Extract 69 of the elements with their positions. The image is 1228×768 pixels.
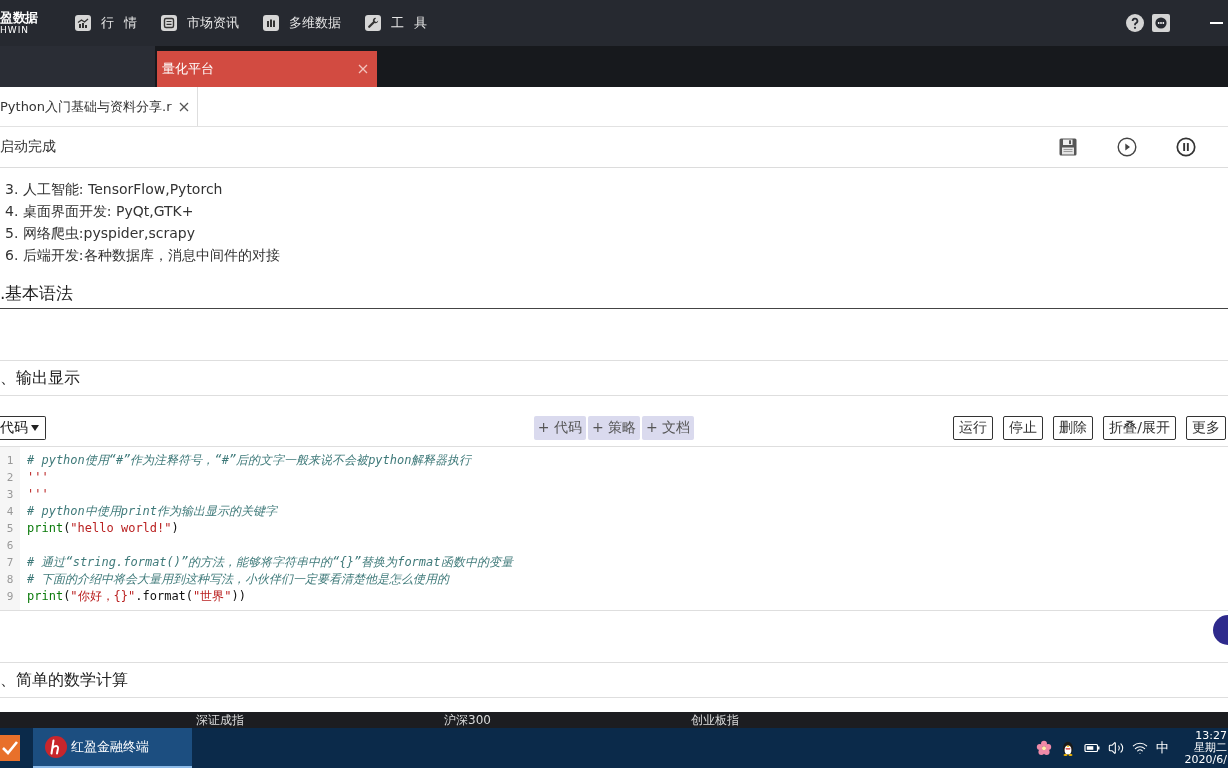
app-logo-icon bbox=[45, 736, 67, 758]
document-tab[interactable]: Python入门基础与资料分享.r bbox=[0, 87, 198, 126]
list-item: 4. 桌面界面开发: PyQt,GTK+ bbox=[5, 202, 194, 221]
cell-type-select[interactable]: 代码 bbox=[0, 416, 46, 440]
cell-action-button[interactable]: 停止 bbox=[1003, 416, 1044, 440]
clock-weekday: 星期二 bbox=[1194, 742, 1227, 754]
clock-date: 2020/6/ bbox=[1184, 754, 1227, 766]
play-icon bbox=[1117, 137, 1137, 157]
line-number: 4 bbox=[5, 504, 15, 520]
add-cell-button[interactable]: + 策略 bbox=[587, 416, 641, 440]
menu-item[interactable]: 市场资讯 bbox=[161, 14, 240, 32]
document-icon bbox=[161, 15, 178, 31]
list-item: 5. 网络爬虫:pyspider,scrapy bbox=[5, 224, 195, 243]
logo-text: 盈数据 bbox=[0, 11, 38, 24]
line-number: 8 bbox=[5, 572, 15, 588]
line-number: 2 bbox=[5, 470, 15, 486]
line-number: 9 bbox=[5, 589, 15, 605]
add-cell-button[interactable]: + 文档 bbox=[642, 416, 695, 440]
index-name: 沪深300 bbox=[444, 712, 491, 728]
index-name: 创业板指 bbox=[690, 712, 739, 728]
logo-subtitle: HWIN bbox=[0, 26, 30, 35]
line-number: 3 bbox=[5, 487, 15, 503]
caret-icon bbox=[31, 425, 39, 431]
pause-icon bbox=[1176, 137, 1196, 157]
menu-item[interactable]: 多维数据 bbox=[263, 14, 342, 32]
status-text: 启动完成 bbox=[0, 138, 56, 156]
code-line: print("你好，{}".format("世界")) bbox=[27, 588, 246, 605]
code-line: # python使用“#”作为注释符号，“#”后的文字一般来说不会被python解释器执行 bbox=[27, 452, 472, 469]
menu-item[interactable]: 工 具 bbox=[365, 14, 428, 32]
pause-button[interactable] bbox=[1176, 137, 1196, 157]
line-number: 5 bbox=[5, 521, 15, 537]
chart-icon bbox=[75, 15, 91, 31]
code-line: # python中使用print作为输出显示的关键字 bbox=[27, 503, 277, 520]
section-heading: .基本语法 bbox=[0, 282, 74, 305]
add-cell-button[interactable]: + 代码 bbox=[533, 416, 586, 440]
wifi-icon[interactable] bbox=[1131, 740, 1148, 756]
code-line: ''' bbox=[27, 469, 49, 486]
help-icon[interactable] bbox=[1126, 14, 1144, 32]
volume-icon[interactable] bbox=[1107, 740, 1124, 756]
more-icon[interactable] bbox=[1152, 14, 1170, 32]
cell-action-button[interactable]: 运行 bbox=[953, 416, 994, 440]
line-number: 1 bbox=[5, 453, 15, 469]
save-button[interactable] bbox=[1058, 137, 1078, 157]
input-method-indicator[interactable]: 中 bbox=[1155, 739, 1169, 757]
line-number: 7 bbox=[5, 555, 15, 571]
window-tab[interactable]: 量化平台 bbox=[157, 51, 377, 87]
index-name: 深证成指 bbox=[196, 712, 244, 728]
wrench-icon bbox=[365, 15, 382, 31]
flower-icon[interactable] bbox=[1035, 740, 1052, 756]
taskbar-app-button[interactable]: 红盈金融终端 bbox=[33, 728, 192, 768]
code-line: # 通过“string.format()”的方法，能够将字符串中的“{}”替换为format函数中的变量 bbox=[27, 554, 513, 571]
bar-chart-icon bbox=[263, 15, 280, 31]
code-line: ''' bbox=[27, 486, 49, 503]
close-icon[interactable] bbox=[179, 101, 189, 112]
menu-item[interactable]: 行 情 bbox=[75, 14, 138, 32]
code-line: print("hello world!") bbox=[27, 520, 179, 537]
list-item: 6. 后端开发:各种数据库，消息中间件的对接 bbox=[5, 246, 280, 265]
checkmark-icon[interactable] bbox=[0, 735, 20, 761]
cell-action-button[interactable]: 折叠/展开 bbox=[1103, 416, 1176, 440]
run-button[interactable] bbox=[1117, 137, 1137, 157]
cell-action-button[interactable]: 删除 bbox=[1053, 416, 1094, 440]
clock-time: 13:27 bbox=[1195, 730, 1227, 742]
save-icon bbox=[1058, 137, 1078, 157]
section-title: 、输出显示 bbox=[0, 367, 80, 389]
section-title: 、简单的数学计算 bbox=[0, 669, 128, 691]
cell-action-button[interactable]: 更多 bbox=[1186, 416, 1226, 440]
list-item: 3. 人工智能: TensorFlow,Pytorch bbox=[5, 180, 223, 199]
code-line: # 下面的介绍中将会大量用到这种写法，小伙伴们一定要看清楚他是怎么使用的 bbox=[27, 571, 450, 588]
line-number: 6 bbox=[5, 538, 15, 554]
